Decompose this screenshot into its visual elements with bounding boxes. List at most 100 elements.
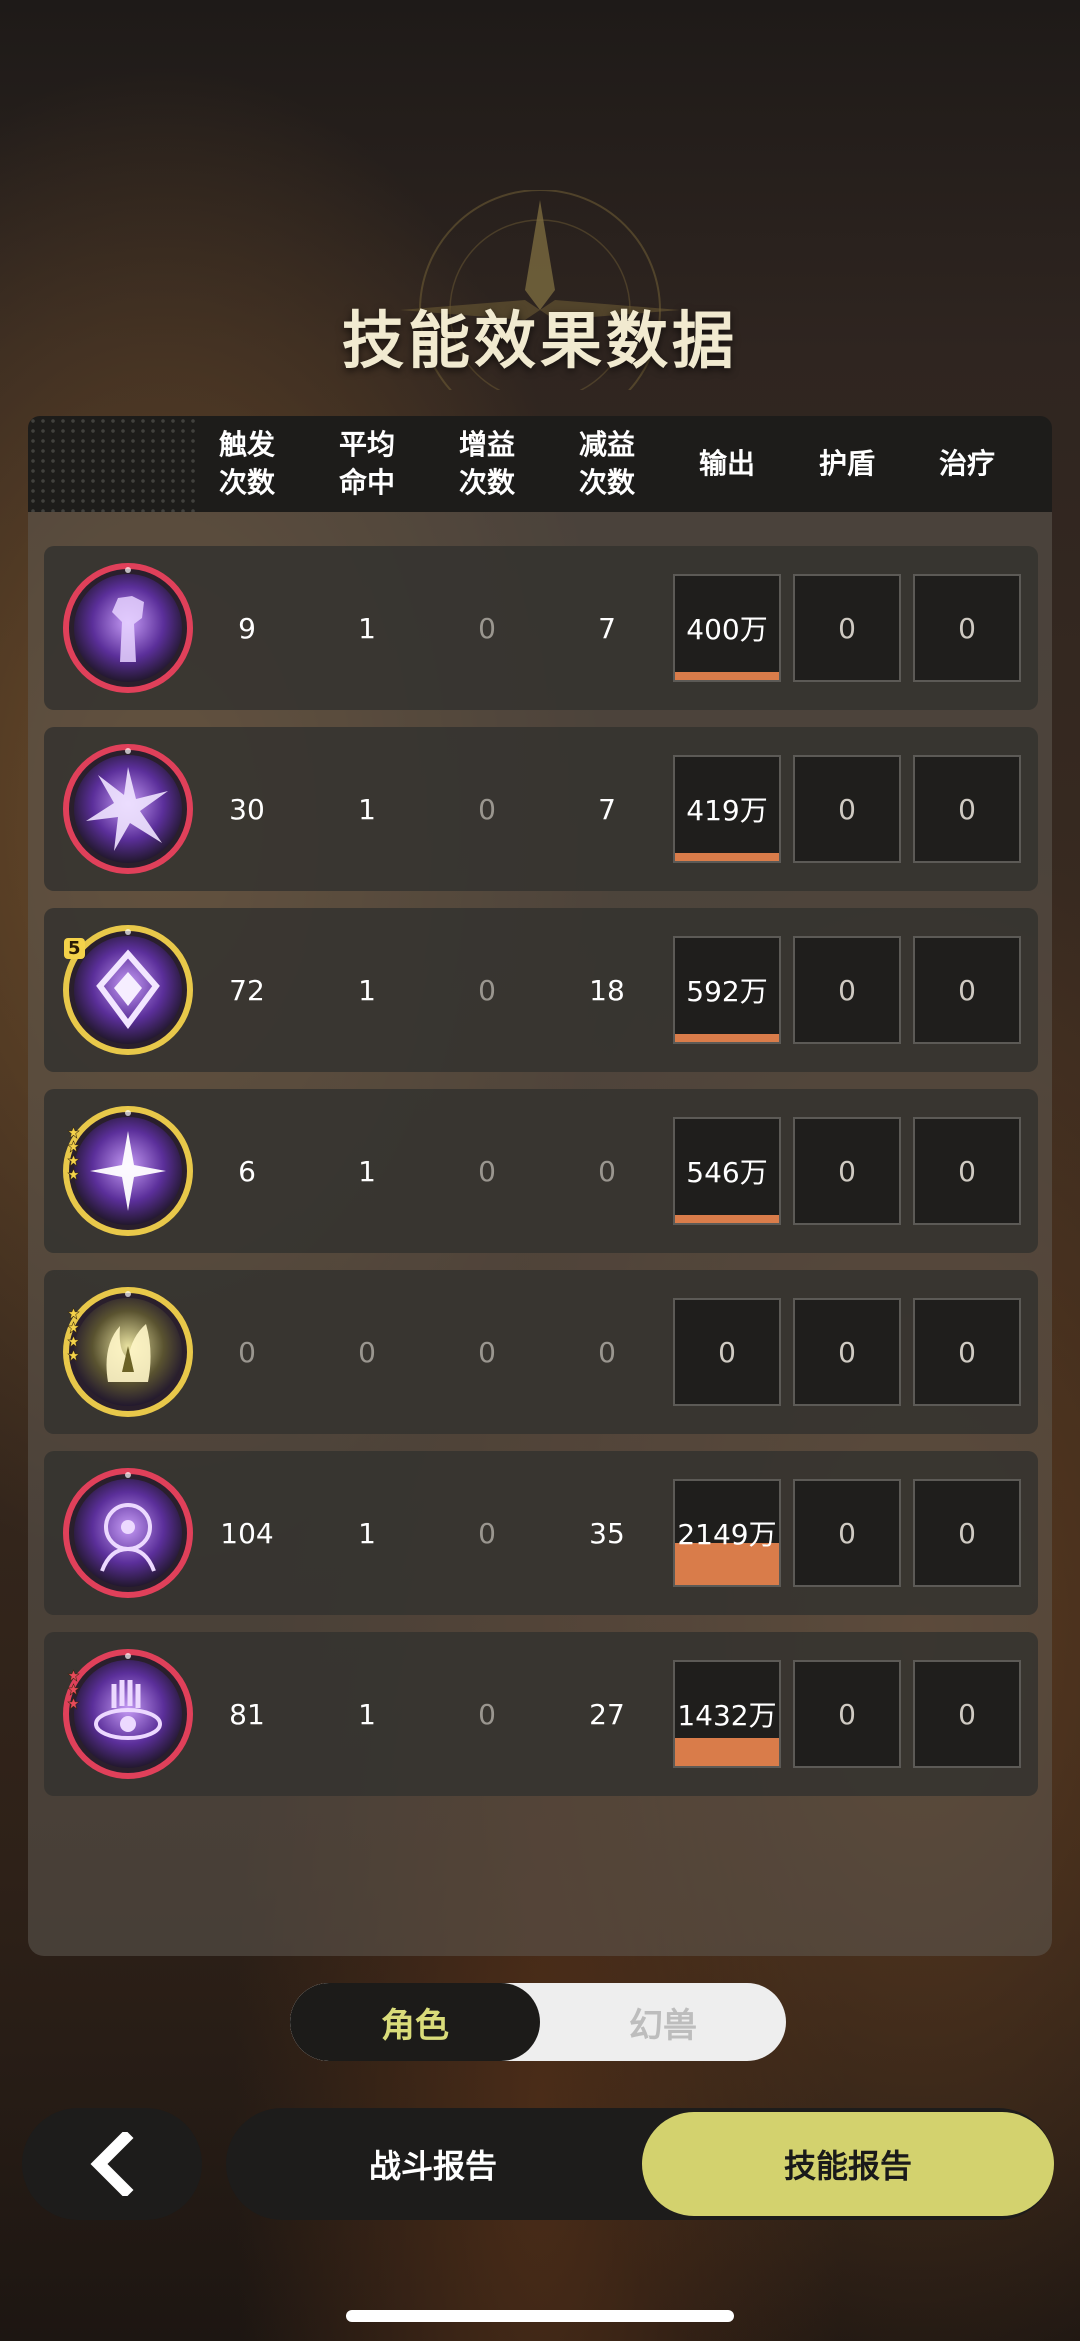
cell-buff: 0 — [478, 611, 496, 645]
skill-row[interactable]: 30 1 0 7 419万 0 0 — [44, 727, 1038, 891]
header-shield: 护盾 — [818, 447, 875, 480]
purple-diamond-skill-icon[interactable]: 5 — [62, 924, 194, 1056]
output-bar — [675, 1034, 779, 1042]
cell-output: 592万 — [673, 936, 781, 1044]
output-value: 1432万 — [677, 1699, 777, 1732]
back-arrow-icon — [90, 2132, 134, 2196]
cell-debuff: 18 — [589, 973, 625, 1007]
cell-shield: 0 — [793, 1479, 901, 1587]
cell-debuff: 27 — [589, 1697, 625, 1731]
cell-trigger: 6 — [238, 1154, 256, 1188]
heal-value: 0 — [958, 1154, 976, 1188]
output-bar — [675, 1215, 779, 1223]
shield-value: 0 — [838, 611, 856, 645]
toggle-role-option[interactable]: 角色 — [290, 1983, 540, 2061]
cell-hit: 0 — [358, 1335, 376, 1369]
cell-buff: 0 — [478, 792, 496, 826]
cell-debuff: 7 — [598, 792, 616, 826]
shield-value: 0 — [838, 1154, 856, 1188]
purple-star-skill-icon[interactable] — [62, 1105, 194, 1237]
header-dot-pattern — [28, 416, 198, 512]
cell-debuff: 0 — [598, 1154, 616, 1188]
header-heal: 治疗 — [938, 447, 995, 480]
cell-shield: 0 — [793, 755, 901, 863]
cell-hit: 1 — [358, 1697, 376, 1731]
cell-shield: 0 — [793, 1660, 901, 1768]
role-beast-toggle[interactable]: 角色 幻兽 — [290, 1983, 786, 2061]
output-value: 592万 — [686, 975, 768, 1008]
skill-row[interactable]: 81 1 0 27 1432万 0 0 — [44, 1632, 1038, 1796]
heal-value: 0 — [958, 1697, 976, 1731]
output-value: 2149万 — [677, 1518, 777, 1551]
output-value: 0 — [718, 1335, 736, 1369]
cell-heal: 0 — [913, 1117, 1021, 1225]
skill-row[interactable]: 6 1 0 0 546万 0 0 — [44, 1089, 1038, 1253]
cell-trigger: 0 — [238, 1335, 256, 1369]
cell-hit: 1 — [358, 792, 376, 826]
cell-debuff: 7 — [598, 611, 616, 645]
purple-spirit-skill-icon[interactable] — [62, 1467, 194, 1599]
cell-heal: 0 — [913, 574, 1021, 682]
header-debuff: 减益 次数 — [578, 428, 635, 499]
cell-hit: 1 — [358, 1154, 376, 1188]
cell-buff: 0 — [478, 973, 496, 1007]
output-bar — [675, 1738, 779, 1766]
output-value: 546万 — [686, 1156, 768, 1189]
heal-value: 0 — [958, 1335, 976, 1369]
battle-report-tab[interactable]: 战斗报告 — [226, 2108, 640, 2220]
home-indicator[interactable] — [346, 2310, 734, 2322]
cell-buff: 0 — [478, 1335, 496, 1369]
cell-output: 1432万 — [673, 1660, 781, 1768]
purple-fist-skill-icon[interactable] — [62, 562, 194, 694]
cell-buff: 0 — [478, 1516, 496, 1550]
skill-row[interactable]: 5 72 1 0 18 592万 0 0 — [44, 908, 1038, 1072]
cell-shield: 0 — [793, 1298, 901, 1406]
cell-output: 400万 — [673, 574, 781, 682]
shield-value: 0 — [838, 1516, 856, 1550]
cell-trigger: 81 — [229, 1697, 265, 1731]
cell-buff: 0 — [478, 1154, 496, 1188]
cell-heal: 0 — [913, 936, 1021, 1044]
shield-value: 0 — [838, 1335, 856, 1369]
heal-value: 0 — [958, 1516, 976, 1550]
cell-shield: 0 — [793, 936, 901, 1044]
header-trigger: 触发 次数 — [218, 428, 275, 499]
cell-output: 419万 — [673, 755, 781, 863]
output-bar — [675, 672, 779, 680]
purple-eye-skill-icon[interactable] — [62, 1648, 194, 1780]
cell-trigger: 30 — [229, 792, 265, 826]
shield-value: 0 — [838, 973, 856, 1007]
cell-heal: 0 — [913, 1298, 1021, 1406]
skill-row[interactable]: 104 1 0 35 2149万 0 0 — [44, 1451, 1038, 1615]
cell-hit: 1 — [358, 1516, 376, 1550]
skill-row[interactable]: 0 0 0 0 0 0 0 — [44, 1270, 1038, 1434]
header-output: 输出 — [698, 447, 755, 480]
skill-row[interactable]: 9 1 0 7 400万 0 0 — [44, 546, 1038, 710]
back-button[interactable] — [22, 2108, 202, 2220]
header-hit: 平均 命中 — [338, 428, 395, 499]
star-level-label: 5 — [64, 938, 85, 959]
shield-value: 0 — [838, 792, 856, 826]
golden-flame-skill-icon[interactable] — [62, 1286, 194, 1418]
cell-heal: 0 — [913, 1479, 1021, 1587]
cell-heal: 0 — [913, 1660, 1021, 1768]
cell-hit: 1 — [358, 611, 376, 645]
cell-heal: 0 — [913, 755, 1021, 863]
cell-output: 0 — [673, 1298, 781, 1406]
cell-trigger: 9 — [238, 611, 256, 645]
output-value: 419万 — [686, 794, 768, 827]
cell-output: 546万 — [673, 1117, 781, 1225]
header-buff: 增益 次数 — [458, 428, 515, 499]
skill-report-tab[interactable]: 技能报告 — [642, 2112, 1054, 2216]
title-area: 技能效果数据 — [0, 150, 1080, 400]
heal-value: 0 — [958, 973, 976, 1007]
cell-buff: 0 — [478, 1697, 496, 1731]
heal-value: 0 — [958, 792, 976, 826]
purple-burst-skill-icon[interactable] — [62, 743, 194, 875]
cell-trigger: 104 — [220, 1516, 274, 1550]
toggle-beast-option[interactable]: 幻兽 — [540, 1983, 786, 2061]
report-nav: 战斗报告 技能报告 — [226, 2108, 1054, 2220]
cell-shield: 0 — [793, 574, 901, 682]
cell-debuff: 35 — [589, 1516, 625, 1550]
cell-debuff: 0 — [598, 1335, 616, 1369]
